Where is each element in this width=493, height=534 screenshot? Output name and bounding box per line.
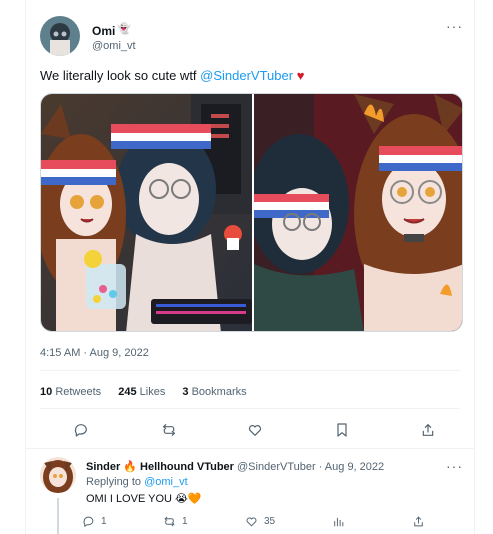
- divider: [26, 448, 474, 449]
- reply-icon: [83, 516, 94, 527]
- tweet-image-2[interactable]: [249, 94, 462, 331]
- tweet-body: We literally look so cute wtf: [40, 68, 201, 83]
- retweets-stat[interactable]: 10 Retweets: [40, 386, 101, 398]
- author-name[interactable]: Omi: [92, 24, 115, 38]
- reply-meta[interactable]: @SinderVTuber · Aug 9, 2022: [237, 461, 384, 473]
- reply-actions: 1 1 35: [82, 515, 460, 531]
- tweet-text: We literally look so cute wtf @SinderVTu…: [40, 68, 304, 83]
- analytics-icon: [334, 517, 344, 527]
- reply-reply-count: 1: [101, 516, 107, 527]
- reply-icon[interactable]: [71, 420, 91, 440]
- reply-text: OMI I LOVE YOU 😭🧡: [86, 493, 202, 505]
- like-icon: [246, 517, 257, 527]
- reply-header: Sinder 🔥 Hellhound VTuber @SinderVTuber …: [86, 460, 384, 473]
- reply-author-avatar[interactable]: [40, 457, 76, 493]
- reply-like-count: 35: [264, 516, 276, 527]
- tweet-mention-link[interactable]: @SinderVTuber: [200, 68, 293, 83]
- reply-share-button[interactable]: [412, 515, 425, 528]
- reply-more-options-icon[interactable]: ···: [446, 458, 463, 474]
- reply-like-button[interactable]: 35: [245, 515, 275, 528]
- tweet-media: [40, 93, 463, 332]
- thread-line: [57, 498, 59, 534]
- ghost-badge-icon: 👻: [117, 23, 131, 35]
- author-avatar[interactable]: [40, 16, 80, 56]
- likes-stat[interactable]: 245 Likes: [118, 386, 165, 398]
- retweet-icon[interactable]: [159, 420, 179, 440]
- bookmarks-stat[interactable]: 3 Bookmarks: [182, 386, 246, 398]
- divider: [40, 408, 460, 409]
- replying-to: Replying to @omi_vt: [86, 476, 188, 488]
- reply-author-name[interactable]: Sinder 🔥 Hellhound VTuber: [86, 461, 234, 473]
- author-handle[interactable]: @omi_vt: [92, 40, 136, 52]
- reply-retweet-count: 1: [182, 516, 188, 527]
- share-icon[interactable]: [418, 420, 438, 440]
- reply-reply-button[interactable]: 1: [82, 515, 107, 528]
- tweet-stats: 10 Retweets 245 Likes 3 Bookmarks: [40, 386, 261, 398]
- tweet-actions: [40, 420, 460, 440]
- share-icon: [414, 516, 423, 527]
- retweet-icon: [164, 516, 175, 527]
- tweet-image-1[interactable]: [41, 94, 252, 331]
- replying-to-mention[interactable]: @omi_vt: [144, 476, 188, 488]
- tweet-detail: Omi 👻 @omi_vt ··· We literally look so c…: [25, 0, 475, 534]
- tweet-timestamp[interactable]: 4:15 AM · Aug 9, 2022: [40, 347, 149, 359]
- red-heart-emoji: ♥: [296, 68, 305, 83]
- more-options-icon[interactable]: ···: [446, 18, 463, 34]
- reply-analytics-button[interactable]: [332, 515, 345, 528]
- reply-retweet-button[interactable]: 1: [163, 515, 188, 528]
- bookmark-icon[interactable]: [332, 420, 352, 440]
- divider: [40, 370, 460, 371]
- like-icon[interactable]: [245, 420, 265, 440]
